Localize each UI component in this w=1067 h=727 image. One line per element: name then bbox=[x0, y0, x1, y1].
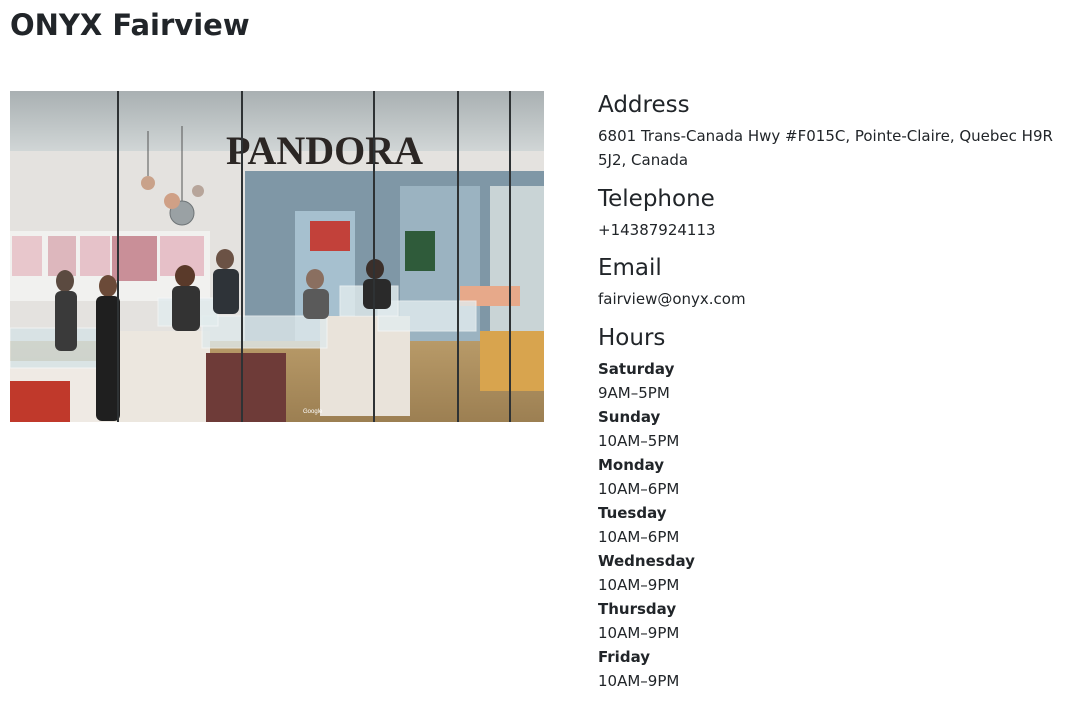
pandora-sign: PANDORA bbox=[226, 128, 423, 173]
day-hours: 10AM–6PM bbox=[598, 528, 680, 546]
day-name: Wednesday bbox=[598, 552, 695, 570]
hours-item: Saturday 9AM–5PM bbox=[598, 357, 1063, 405]
hours-section: Hours Saturday 9AM–5PM Sunday 10AM–5PM M… bbox=[598, 322, 1063, 693]
email-section: Email fairview@onyx.com bbox=[598, 252, 1063, 311]
address-section: Address 6801 Trans-Canada Hwy #F015C, Po… bbox=[598, 89, 1063, 172]
day-name: Friday bbox=[598, 648, 651, 666]
day-name: Monday bbox=[598, 456, 665, 474]
hours-item: Monday 10AM–6PM bbox=[598, 453, 1063, 501]
store-page: ONYX Fairview PANDORA Google Address 680… bbox=[0, 0, 1067, 727]
hours-item: Tuesday 10AM–6PM bbox=[598, 501, 1063, 549]
store-photo: PANDORA Google bbox=[10, 91, 544, 422]
address-heading: Address bbox=[598, 92, 690, 118]
hours-item: Thursday 10AM–9PM bbox=[598, 597, 1063, 645]
email-text: fairview@onyx.com bbox=[598, 290, 746, 308]
google-watermark: Google bbox=[303, 409, 323, 415]
address-text: 6801 Trans-Canada Hwy #F015C, Pointe-Cla… bbox=[598, 127, 1053, 169]
email-heading: Email bbox=[598, 255, 662, 281]
day-hours: 9AM–5PM bbox=[598, 384, 670, 402]
page-title: ONYX Fairview bbox=[10, 8, 250, 42]
hours-list: Saturday 9AM–5PM Sunday 10AM–5PM Monday … bbox=[598, 357, 1063, 693]
hours-item: Friday 10AM–9PM bbox=[598, 645, 1063, 693]
hours-item: Sunday 10AM–5PM bbox=[598, 405, 1063, 453]
day-name: Tuesday bbox=[598, 504, 667, 522]
telephone-heading: Telephone bbox=[598, 186, 715, 212]
day-name: Saturday bbox=[598, 360, 675, 378]
day-hours: 10AM–5PM bbox=[598, 432, 680, 450]
day-name: Thursday bbox=[598, 600, 677, 618]
store-info: Address 6801 Trans-Canada Hwy #F015C, Po… bbox=[598, 89, 1063, 693]
hours-heading: Hours bbox=[598, 325, 666, 351]
day-hours: 10AM–9PM bbox=[598, 672, 680, 690]
telephone-text: +14387924113 bbox=[598, 221, 716, 239]
day-hours: 10AM–9PM bbox=[598, 576, 680, 594]
day-hours: 10AM–6PM bbox=[598, 480, 680, 498]
hours-item: Wednesday 10AM–9PM bbox=[598, 549, 1063, 597]
telephone-section: Telephone +14387924113 bbox=[598, 183, 1063, 242]
storefront-image: PANDORA Google bbox=[10, 91, 544, 422]
day-name: Sunday bbox=[598, 408, 661, 426]
day-hours: 10AM–9PM bbox=[598, 624, 680, 642]
